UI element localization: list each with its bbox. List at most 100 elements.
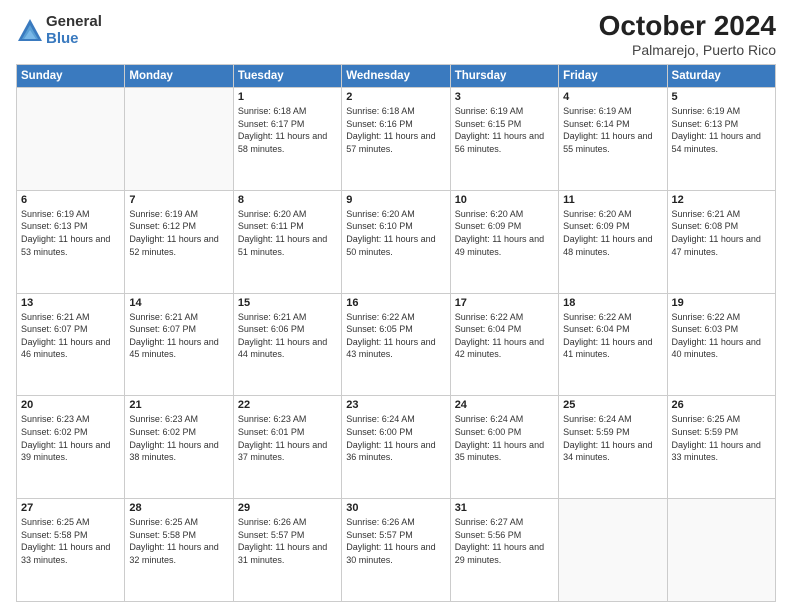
calendar-cell: 31 Sunrise: 6:27 AMSunset: 5:56 PMDayligh… bbox=[450, 499, 558, 602]
cell-info: Sunrise: 6:20 AMSunset: 6:11 PMDaylight:… bbox=[238, 208, 337, 258]
cell-day-number: 12 bbox=[672, 194, 771, 206]
calendar-week-row: 1 Sunrise: 6:18 AMSunset: 6:17 PMDaylight… bbox=[17, 88, 776, 191]
cell-day-number: 25 bbox=[563, 399, 662, 411]
cell-day-number: 13 bbox=[21, 297, 120, 309]
cell-info: Sunrise: 6:19 AMSunset: 6:12 PMDaylight:… bbox=[129, 208, 228, 258]
calendar-cell: 15Sunrise: 6:21 AMSunset: 6:06 PMDayligh… bbox=[233, 293, 341, 396]
calendar-body: 1 Sunrise: 6:18 AMSunset: 6:17 PMDaylight… bbox=[17, 88, 776, 602]
cell-day-number: 17 bbox=[455, 297, 554, 309]
cell-info: Sunrise: 6:24 AMSunset: 5:59 PMDaylight:… bbox=[563, 413, 662, 463]
logo: General Blue bbox=[16, 14, 102, 47]
cell-info: Sunrise: 6:22 AMSunset: 6:04 PMDaylight:… bbox=[563, 311, 662, 361]
day-header: Thursday bbox=[450, 65, 558, 88]
cell-info: Sunrise: 6:25 AMSunset: 5:58 PMDaylight:… bbox=[129, 516, 228, 566]
day-header: Wednesday bbox=[342, 65, 450, 88]
cell-info: Sunrise: 6:25 AMSunset: 5:58 PMDaylight:… bbox=[21, 516, 120, 566]
calendar-cell: 11 Sunrise: 6:20 AMSunset: 6:09 PMDayligh… bbox=[559, 190, 667, 293]
cell-day-number: 4 bbox=[563, 91, 662, 103]
calendar-cell: 3 Sunrise: 6:19 AMSunset: 6:15 PMDaylight… bbox=[450, 88, 558, 191]
calendar-cell bbox=[559, 499, 667, 602]
calendar-cell: 28 Sunrise: 6:25 AMSunset: 5:58 PMDayligh… bbox=[125, 499, 233, 602]
calendar-cell: 21 Sunrise: 6:23 AMSunset: 6:02 PMDayligh… bbox=[125, 396, 233, 499]
cell-day-number: 14 bbox=[129, 297, 228, 309]
cell-day-number: 11 bbox=[563, 194, 662, 206]
page: General Blue October 2024 Palmarejo, Pue… bbox=[0, 0, 792, 612]
cell-info: Sunrise: 6:22 AMSunset: 6:04 PMDaylight:… bbox=[455, 311, 554, 361]
cell-info: Sunrise: 6:19 AMSunset: 6:13 PMDaylight:… bbox=[21, 208, 120, 258]
cell-day-number: 22 bbox=[238, 399, 337, 411]
calendar-cell: 1 Sunrise: 6:18 AMSunset: 6:17 PMDaylight… bbox=[233, 88, 341, 191]
calendar-cell: 4 Sunrise: 6:19 AMSunset: 6:14 PMDaylight… bbox=[559, 88, 667, 191]
cell-info: Sunrise: 6:27 AMSunset: 5:56 PMDaylight:… bbox=[455, 516, 554, 566]
header: General Blue October 2024 Palmarejo, Pue… bbox=[16, 10, 776, 58]
cell-info: Sunrise: 6:19 AMSunset: 6:15 PMDaylight:… bbox=[455, 105, 554, 155]
calendar-cell: 17 Sunrise: 6:22 AMSunset: 6:04 PMDayligh… bbox=[450, 293, 558, 396]
cell-info: Sunrise: 6:22 AMSunset: 6:05 PMDaylight:… bbox=[346, 311, 445, 361]
cell-day-number: 7 bbox=[129, 194, 228, 206]
calendar-cell: 14Sunrise: 6:21 AMSunset: 6:07 PMDayligh… bbox=[125, 293, 233, 396]
day-header: Monday bbox=[125, 65, 233, 88]
cell-info: Sunrise: 6:21 AMSunset: 6:07 PMDaylight:… bbox=[21, 311, 120, 361]
calendar-week-row: 27 Sunrise: 6:25 AMSunset: 5:58 PMDayligh… bbox=[17, 499, 776, 602]
calendar-cell: 23 Sunrise: 6:24 AMSunset: 6:00 PMDayligh… bbox=[342, 396, 450, 499]
cell-day-number: 26 bbox=[672, 399, 771, 411]
calendar-cell: 25 Sunrise: 6:24 AMSunset: 5:59 PMDayligh… bbox=[559, 396, 667, 499]
cell-day-number: 1 bbox=[238, 91, 337, 103]
cell-day-number: 27 bbox=[21, 502, 120, 514]
cell-info: Sunrise: 6:21 AMSunset: 6:08 PMDaylight:… bbox=[672, 208, 771, 258]
calendar-cell: 18Sunrise: 6:22 AMSunset: 6:04 PMDayligh… bbox=[559, 293, 667, 396]
calendar-header: SundayMondayTuesdayWednesdayThursdayFrid… bbox=[17, 65, 776, 88]
cell-info: Sunrise: 6:25 AMSunset: 5:59 PMDaylight:… bbox=[672, 413, 771, 463]
calendar-week-row: 13 Sunrise: 6:21 AMSunset: 6:07 PMDayligh… bbox=[17, 293, 776, 396]
cell-info: Sunrise: 6:19 AMSunset: 6:13 PMDaylight:… bbox=[672, 105, 771, 155]
cell-day-number: 8 bbox=[238, 194, 337, 206]
day-header-row: SundayMondayTuesdayWednesdayThursdayFrid… bbox=[17, 65, 776, 88]
calendar-cell bbox=[17, 88, 125, 191]
calendar-table: SundayMondayTuesdayWednesdayThursdayFrid… bbox=[16, 64, 776, 602]
calendar-cell: 10 Sunrise: 6:20 AMSunset: 6:09 PMDayligh… bbox=[450, 190, 558, 293]
cell-day-number: 31 bbox=[455, 502, 554, 514]
calendar-cell: 9Sunrise: 6:20 AMSunset: 6:10 PMDaylight… bbox=[342, 190, 450, 293]
calendar-cell: 13 Sunrise: 6:21 AMSunset: 6:07 PMDayligh… bbox=[17, 293, 125, 396]
cell-day-number: 16 bbox=[346, 297, 445, 309]
logo-text: General Blue bbox=[46, 14, 102, 47]
calendar-cell: 2Sunrise: 6:18 AMSunset: 6:16 PMDaylight… bbox=[342, 88, 450, 191]
calendar-cell: 8 Sunrise: 6:20 AMSunset: 6:11 PMDaylight… bbox=[233, 190, 341, 293]
calendar-cell: 30Sunrise: 6:26 AMSunset: 5:57 PMDayligh… bbox=[342, 499, 450, 602]
cell-day-number: 3 bbox=[455, 91, 554, 103]
cell-info: Sunrise: 6:24 AMSunset: 6:00 PMDaylight:… bbox=[346, 413, 445, 463]
calendar-cell: 19 Sunrise: 6:22 AMSunset: 6:03 PMDayligh… bbox=[667, 293, 775, 396]
cell-info: Sunrise: 6:18 AMSunset: 6:17 PMDaylight:… bbox=[238, 105, 337, 155]
cell-info: Sunrise: 6:26 AMSunset: 5:57 PMDaylight:… bbox=[346, 516, 445, 566]
cell-day-number: 23 bbox=[346, 399, 445, 411]
calendar-cell: 27 Sunrise: 6:25 AMSunset: 5:58 PMDayligh… bbox=[17, 499, 125, 602]
calendar-cell: 20Sunrise: 6:23 AMSunset: 6:02 PMDayligh… bbox=[17, 396, 125, 499]
calendar-cell bbox=[667, 499, 775, 602]
cell-day-number: 29 bbox=[238, 502, 337, 514]
day-header: Friday bbox=[559, 65, 667, 88]
logo-general: General bbox=[46, 14, 102, 31]
cell-info: Sunrise: 6:20 AMSunset: 6:09 PMDaylight:… bbox=[455, 208, 554, 258]
calendar-title: October 2024 bbox=[599, 10, 776, 42]
cell-day-number: 20 bbox=[21, 399, 120, 411]
cell-info: Sunrise: 6:20 AMSunset: 6:09 PMDaylight:… bbox=[563, 208, 662, 258]
cell-info: Sunrise: 6:22 AMSunset: 6:03 PMDaylight:… bbox=[672, 311, 771, 361]
cell-info: Sunrise: 6:23 AMSunset: 6:02 PMDaylight:… bbox=[129, 413, 228, 463]
cell-day-number: 19 bbox=[672, 297, 771, 309]
cell-day-number: 5 bbox=[672, 91, 771, 103]
calendar-cell: 7 Sunrise: 6:19 AMSunset: 6:12 PMDaylight… bbox=[125, 190, 233, 293]
cell-day-number: 28 bbox=[129, 502, 228, 514]
cell-info: Sunrise: 6:21 AMSunset: 6:06 PMDaylight:… bbox=[238, 311, 337, 361]
cell-info: Sunrise: 6:19 AMSunset: 6:14 PMDaylight:… bbox=[563, 105, 662, 155]
day-header: Sunday bbox=[17, 65, 125, 88]
cell-day-number: 24 bbox=[455, 399, 554, 411]
calendar-week-row: 6 Sunrise: 6:19 AMSunset: 6:13 PMDaylight… bbox=[17, 190, 776, 293]
calendar-cell: 6 Sunrise: 6:19 AMSunset: 6:13 PMDaylight… bbox=[17, 190, 125, 293]
day-header: Saturday bbox=[667, 65, 775, 88]
cell-day-number: 10 bbox=[455, 194, 554, 206]
cell-day-number: 6 bbox=[21, 194, 120, 206]
title-block: October 2024 Palmarejo, Puerto Rico bbox=[599, 10, 776, 58]
cell-info: Sunrise: 6:20 AMSunset: 6:10 PMDaylight:… bbox=[346, 208, 445, 258]
calendar-cell: 5 Sunrise: 6:19 AMSunset: 6:13 PMDaylight… bbox=[667, 88, 775, 191]
cell-day-number: 21 bbox=[129, 399, 228, 411]
